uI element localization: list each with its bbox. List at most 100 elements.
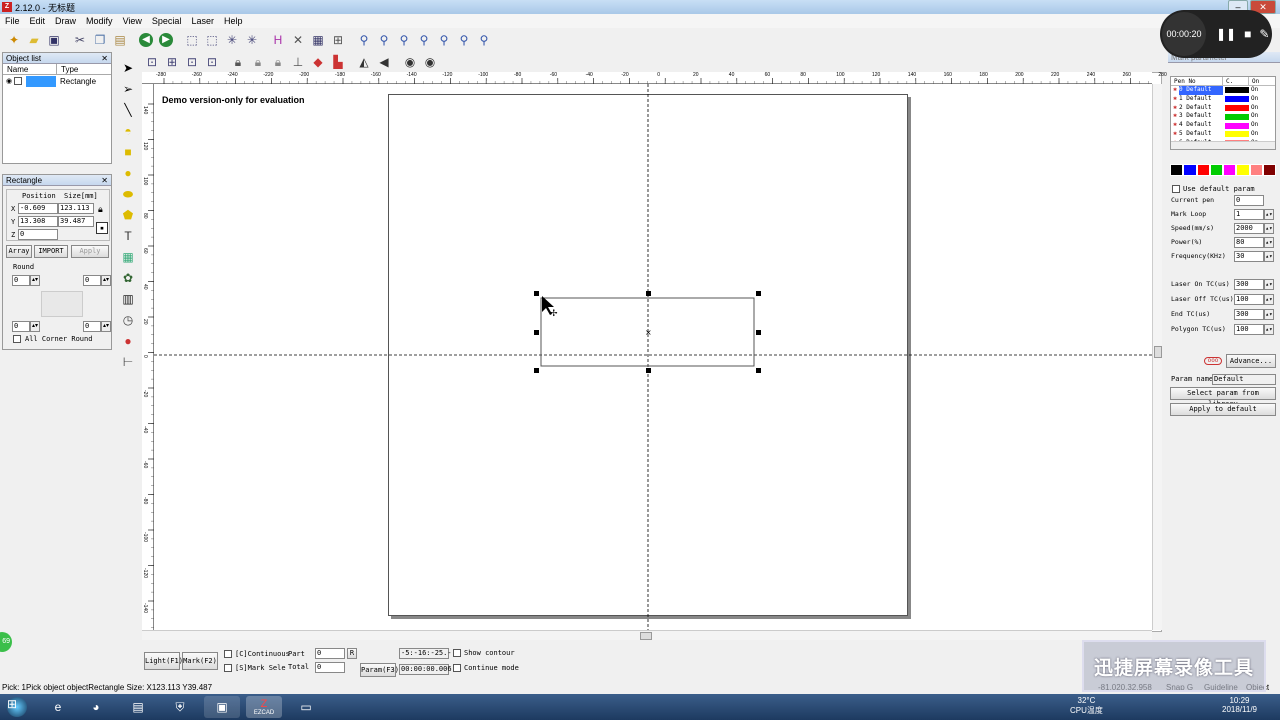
pen-row[interactable]: ✱ 3 Default On: [1171, 112, 1275, 121]
menu-help[interactable]: Help: [219, 16, 248, 26]
pen-icon[interactable]: ✎: [1259, 27, 1269, 41]
horizontal-scrollbar[interactable]: [142, 630, 1152, 640]
output-port-icon[interactable]: ⊢: [118, 352, 138, 372]
round-bottom-right-spinner[interactable]: ▴▾: [101, 321, 111, 332]
all-corner-round-option[interactable]: All Corner Round: [13, 335, 92, 343]
array-button[interactable]: Array: [6, 245, 32, 258]
zoom-all-icon[interactable]: ⚲: [414, 30, 434, 50]
copy-icon[interactable]: ❐: [90, 30, 110, 50]
new-file-icon[interactable]: ✦: [4, 30, 24, 50]
round-top-left-spinner[interactable]: ▴▾: [30, 275, 40, 286]
group-icon[interactable]: ⊡: [142, 52, 162, 72]
reset-part-button[interactable]: R: [347, 648, 357, 659]
y-size-input[interactable]: 39.487: [58, 216, 94, 227]
menu-file[interactable]: File: [0, 16, 25, 26]
apply-button[interactable]: Apply: [71, 245, 109, 258]
use-default-option[interactable]: Use default param: [1172, 185, 1255, 193]
total-input[interactable]: 0: [315, 662, 345, 673]
palette-swatch[interactable]: [1236, 164, 1250, 176]
y-position-input[interactable]: 13.308: [18, 216, 58, 227]
menu-edit[interactable]: Edit: [25, 16, 51, 26]
light-button[interactable]: Light(F1): [144, 652, 183, 670]
continuous-option[interactable]: [C]Continuous: [224, 650, 290, 658]
palette-swatch[interactable]: [1183, 164, 1197, 176]
mirror-horizontal-icon[interactable]: ◭: [354, 52, 374, 72]
pen-row[interactable]: ✱ 4 Default On: [1171, 121, 1275, 130]
show-contour-option[interactable]: Show contour: [453, 649, 515, 657]
ie-icon[interactable]: e: [40, 696, 76, 718]
select-toggle-icon[interactable]: ✳: [222, 30, 242, 50]
ezcad-taskbar-icon[interactable]: Z EZCAD: [246, 696, 282, 718]
select-node-icon[interactable]: ⬚: [202, 30, 222, 50]
round-top-right-spinner[interactable]: ▴▾: [101, 275, 111, 286]
start-icon[interactable]: ⊞: [2, 696, 32, 718]
rectangle-tool-icon[interactable]: ■: [118, 142, 138, 162]
menu-special[interactable]: Special: [147, 16, 187, 26]
pen-list-scrollbar[interactable]: [1171, 141, 1275, 149]
vector-file-icon[interactable]: ✿: [118, 268, 138, 288]
ungroup-icon[interactable]: ⊞: [162, 52, 182, 72]
open-folder-icon[interactable]: ▰: [24, 30, 44, 50]
tc-spinner[interactable]: ▴▾: [1264, 279, 1274, 290]
palette-swatch[interactable]: [1262, 164, 1276, 176]
barcode-icon[interactable]: ▥: [118, 289, 138, 309]
mirror-vertical-icon[interactable]: ◀: [374, 52, 394, 72]
color-icon[interactable]: ◆: [308, 52, 328, 72]
media-icon[interactable]: ◕: [78, 696, 114, 718]
palette-swatch[interactable]: [1223, 164, 1237, 176]
pen-row[interactable]: ✱ 5 Default On: [1171, 130, 1275, 139]
close-icon[interactable]: ✕: [101, 53, 111, 64]
tc-input[interactable]: 300: [1234, 279, 1264, 290]
ungroup-select-icon[interactable]: ⊡: [202, 52, 222, 72]
zoom-fit-icon[interactable]: ⚲: [474, 30, 494, 50]
menu-view[interactable]: View: [118, 16, 147, 26]
paste-icon[interactable]: ▤: [110, 30, 130, 50]
close-icon[interactable]: ✕: [101, 175, 111, 186]
undo-icon[interactable]: ◀: [136, 30, 156, 50]
pen-row[interactable]: ✱ 0 Default On: [1171, 86, 1275, 95]
zoom-in-icon[interactable]: ⚲: [374, 30, 394, 50]
lock-icon[interactable]: 🔒︎: [98, 205, 103, 215]
eye-icon[interactable]: ◉: [6, 77, 12, 85]
round-bottom-left-spinner[interactable]: ▴▾: [30, 321, 40, 332]
param-input[interactable]: 1: [1234, 209, 1264, 220]
rectangle-object[interactable]: × ✢: [530, 288, 766, 378]
show-contour-checkbox[interactable]: [453, 649, 461, 657]
line-icon[interactable]: ╲: [118, 100, 138, 120]
round-bottom-right-input[interactable]: 0: [83, 321, 101, 332]
mark-button[interactable]: Mark(F2): [182, 652, 218, 670]
pen-color-swatch[interactable]: [1225, 122, 1249, 129]
tc-spinner[interactable]: ▴▾: [1264, 294, 1274, 305]
circle-icon[interactable]: ●: [118, 163, 138, 183]
continuous-checkbox[interactable]: [224, 650, 232, 658]
cut-icon[interactable]: ✂: [70, 30, 90, 50]
mark-selected-checkbox[interactable]: [224, 664, 232, 672]
col-color[interactable]: C.: [1223, 77, 1249, 85]
tc-input[interactable]: 300: [1234, 309, 1264, 320]
menu-laser[interactable]: Laser: [186, 16, 219, 26]
col-type[interactable]: Type: [57, 64, 78, 74]
pause-icon[interactable]: ❚❚: [1216, 27, 1236, 41]
calendar-icon[interactable]: ▤: [120, 696, 156, 718]
zoom-out-icon[interactable]: ⚲: [394, 30, 414, 50]
round-bottom-left-input[interactable]: 0: [12, 321, 30, 332]
input-port-icon[interactable]: ●: [118, 331, 138, 351]
stop-icon[interactable]: ■: [1244, 27, 1251, 41]
eye-icon[interactable]: ◉: [400, 52, 420, 72]
col-pen-no[interactable]: Pen No: [1171, 77, 1223, 85]
x-size-input[interactable]: 123.113: [58, 203, 94, 214]
col-on[interactable]: On: [1249, 77, 1259, 85]
node-edit-icon[interactable]: ➢: [118, 79, 138, 99]
unlock-all-icon[interactable]: 🔒︎: [268, 52, 288, 72]
zoom-icon[interactable]: ⚲: [354, 30, 374, 50]
polygon-icon[interactable]: ⬟: [118, 205, 138, 225]
tc-input[interactable]: 100: [1234, 294, 1264, 305]
round-top-left-input[interactable]: 0: [12, 275, 30, 286]
import-button[interactable]: IMPORT: [34, 245, 68, 258]
pen-color-swatch[interactable]: [1225, 96, 1249, 103]
save-icon[interactable]: ▣: [44, 30, 64, 50]
col-name[interactable]: Name: [3, 64, 57, 74]
continue-mode-checkbox[interactable]: [453, 664, 461, 672]
round-top-right-input[interactable]: 0: [83, 275, 101, 286]
object-name-cell[interactable]: [26, 75, 56, 87]
